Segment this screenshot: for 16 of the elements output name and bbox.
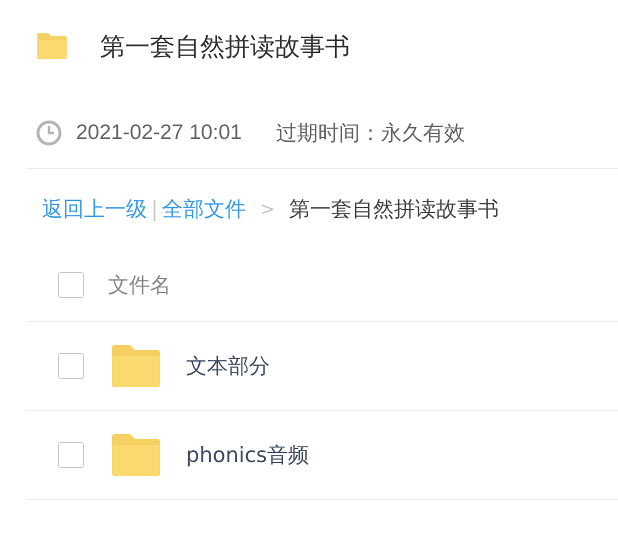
file-name[interactable]: phonics音频 [186, 441, 310, 469]
current-folder: 第一套自然拼读故事书 [289, 196, 500, 223]
folder-icon [110, 433, 162, 477]
separator: | [151, 197, 158, 221]
folder-icon [110, 344, 162, 388]
expiry-text: 过期时间：永久有效 [276, 120, 465, 147]
checkbox[interactable] [58, 272, 84, 298]
checkbox[interactable] [58, 442, 84, 468]
share-date: 2021-02-27 10:01 [76, 121, 242, 145]
column-header: 文件名 [108, 272, 171, 299]
breadcrumb-arrow: > [260, 198, 276, 220]
checkbox[interactable] [58, 353, 84, 379]
file-name[interactable]: 文本部分 [186, 352, 270, 380]
folder-title: 第一套自然拼读故事书 [100, 30, 350, 62]
clock-icon [36, 120, 62, 146]
folder-icon [36, 32, 68, 60]
